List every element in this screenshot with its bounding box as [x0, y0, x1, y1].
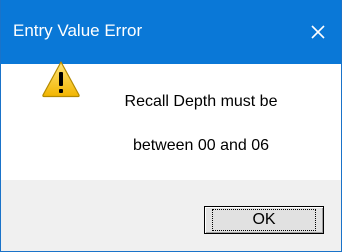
ok-button-label: OK	[212, 209, 316, 231]
title-bar[interactable]: Entry Value Error	[1, 0, 341, 64]
message-line-2: between 00 and 06	[132, 137, 270, 154]
warning-icon	[42, 61, 80, 98]
close-button[interactable]	[295, 0, 341, 64]
error-dialog: Entry Value Error Recall Depth must be b…	[0, 0, 342, 252]
ok-button[interactable]: OK	[204, 206, 324, 234]
window-title: Entry Value Error	[13, 21, 143, 40]
close-icon	[311, 25, 325, 39]
message-line-1: Recall Depth must be	[124, 93, 278, 110]
